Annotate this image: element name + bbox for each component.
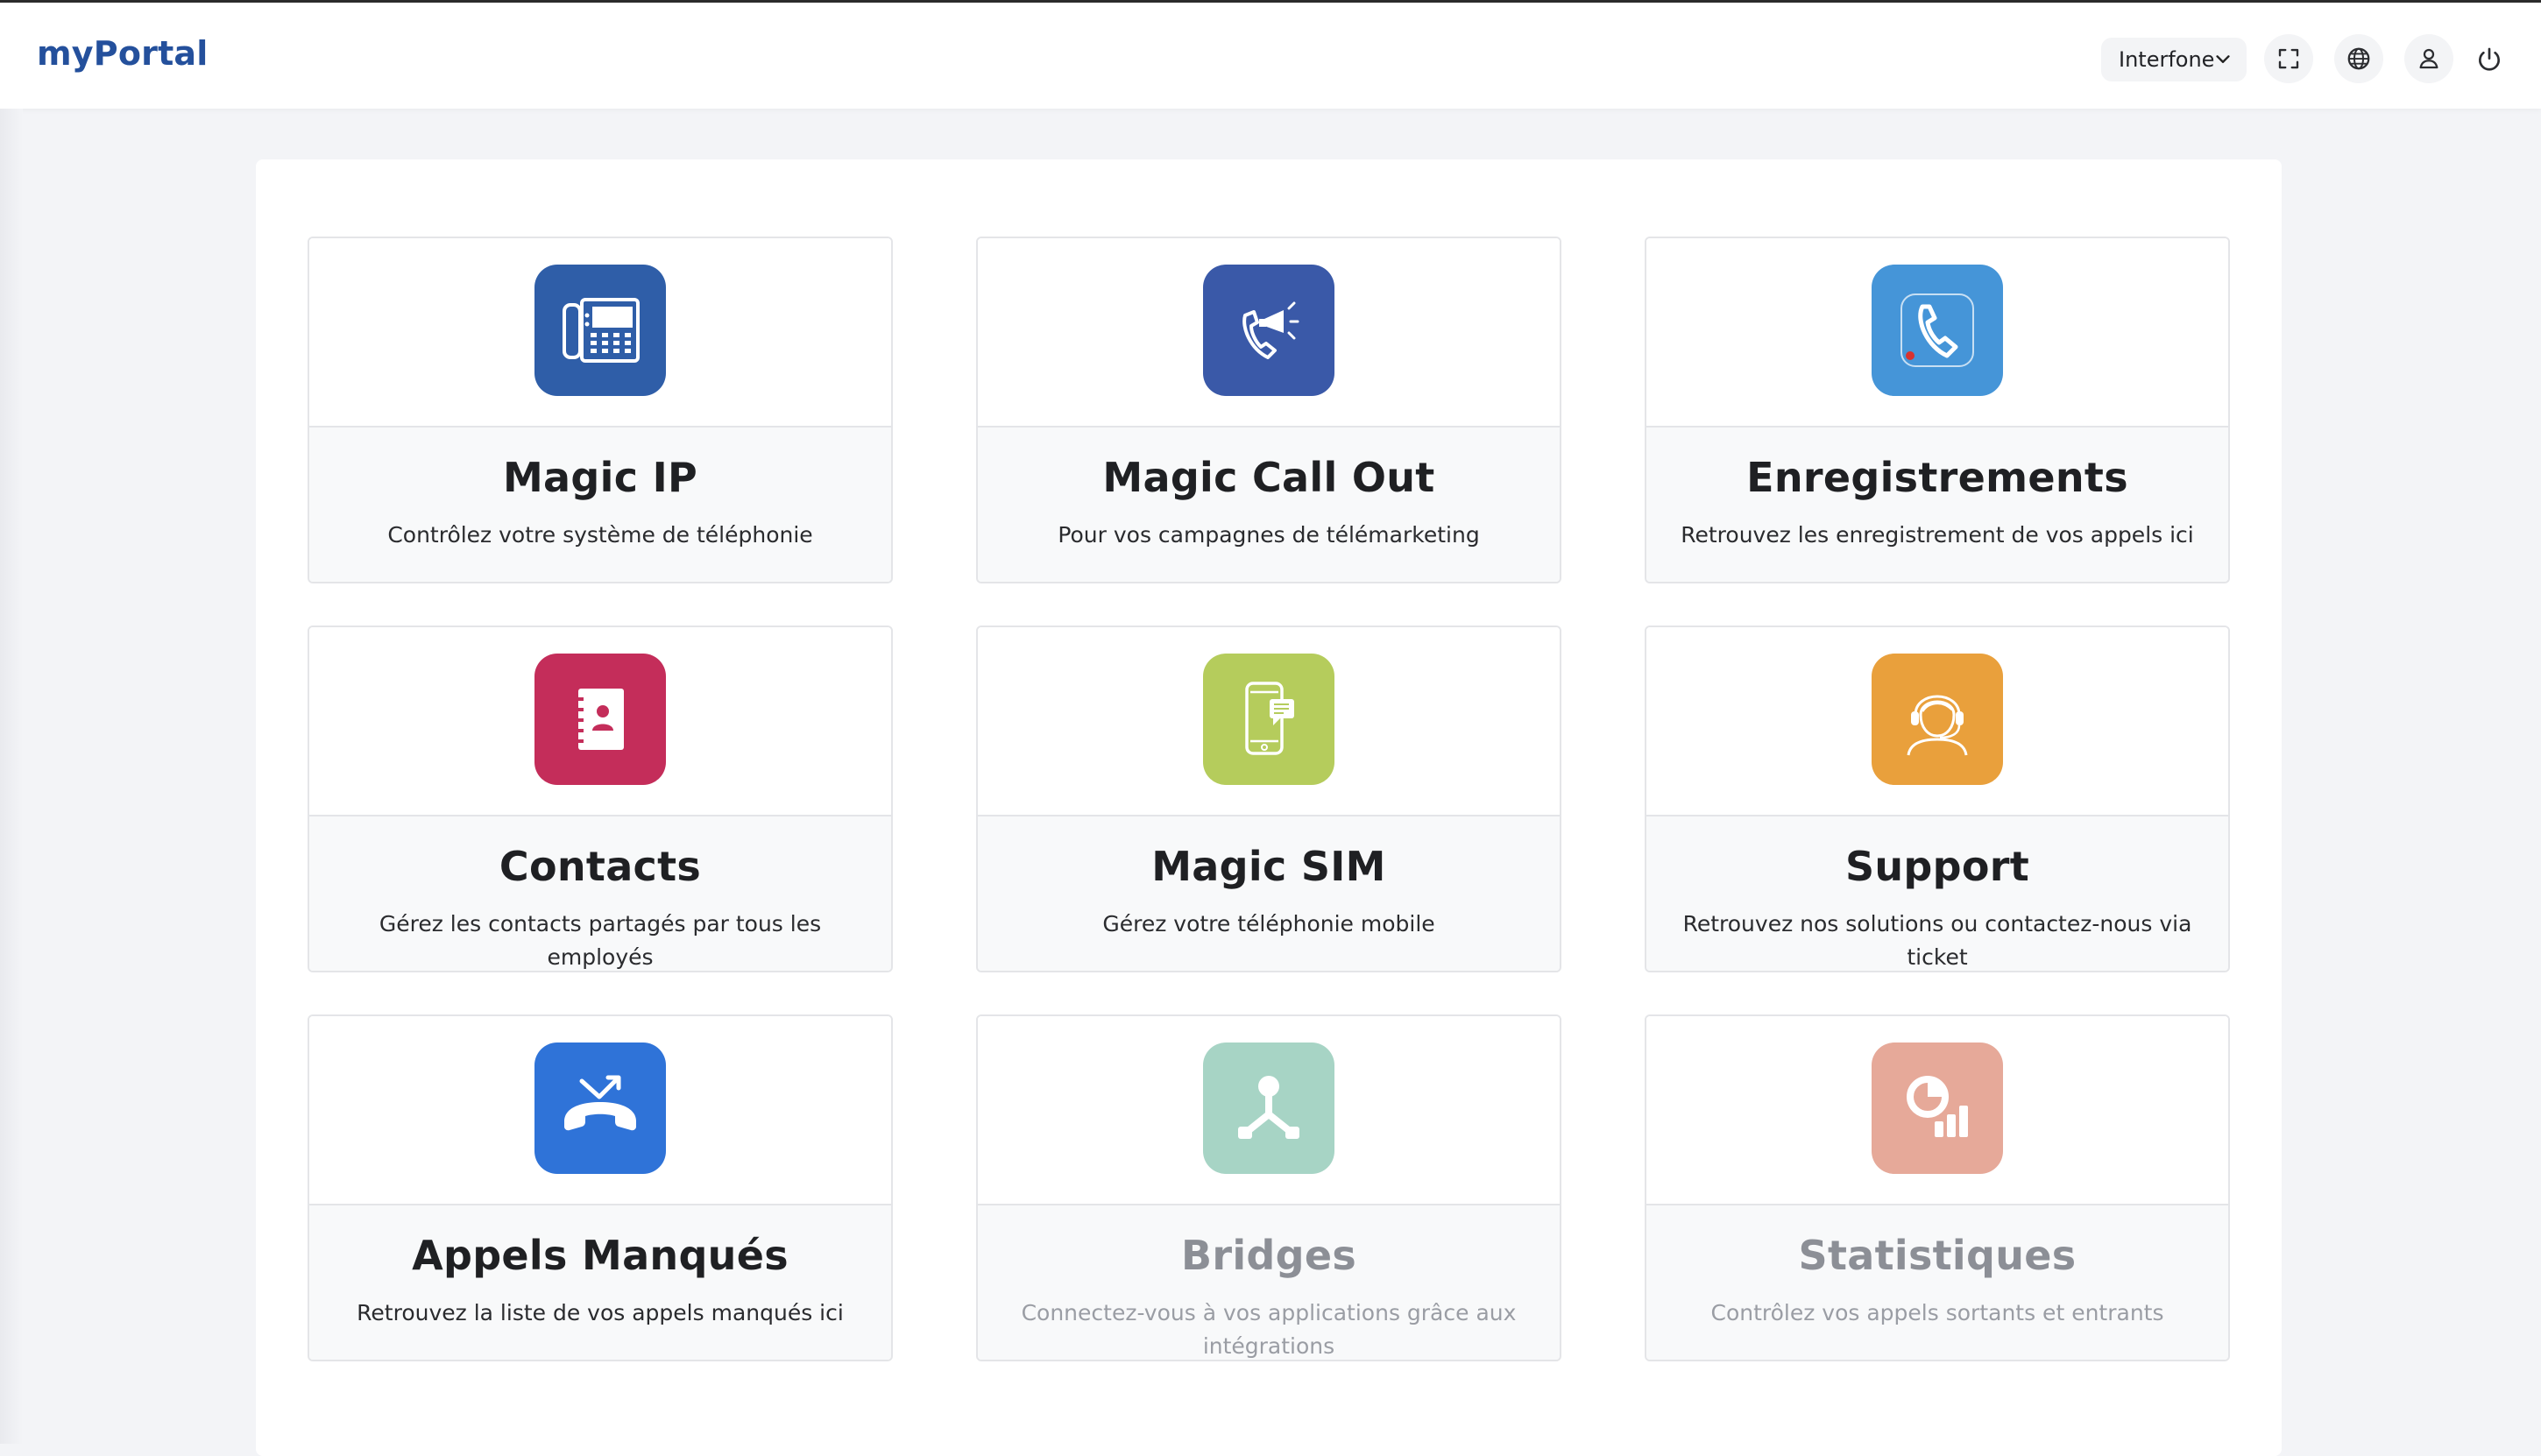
desk-phone-icon xyxy=(534,265,666,396)
sidebar-edge xyxy=(0,109,23,1444)
statistics-chart-icon xyxy=(1872,1043,2003,1174)
site-select-value: Interfone xyxy=(2119,47,2215,72)
fullscreen-icon xyxy=(2278,48,2299,69)
card-title: Bridges xyxy=(1180,1232,1357,1279)
card-statistiques[interactable]: Statistiques Contrôlez vos appels sortan… xyxy=(1645,1014,2230,1361)
card-description: Pour vos campagnes de télémarketing xyxy=(1058,522,1480,548)
card-title: Appels Manqués xyxy=(412,1232,789,1279)
chevron-down-icon xyxy=(2216,55,2230,63)
card-description: Retrouvez la liste de vos appels manqués… xyxy=(357,1300,844,1325)
address-book-icon xyxy=(534,654,666,785)
missed-call-icon xyxy=(534,1043,666,1174)
site-select[interactable]: Interfone xyxy=(2101,38,2247,81)
phone-megaphone-icon xyxy=(1203,265,1334,396)
card-description: Contrôlez vos appels sortants et entrant… xyxy=(1710,1300,2164,1325)
card-magic-call-out[interactable]: Magic Call Out Pour vos campagnes de tél… xyxy=(976,237,1561,583)
user-icon xyxy=(2419,48,2438,69)
card-title: Statistiques xyxy=(1798,1232,2077,1279)
card-description: Contrôlez votre système de téléphonie xyxy=(387,522,813,548)
power-icon xyxy=(2479,47,2500,71)
card-support[interactable]: Support Retrouvez nos solutions ou conta… xyxy=(1645,626,2230,972)
card-bridges[interactable]: Bridges Connectez-vous à vos application… xyxy=(976,1014,1561,1361)
card-title: Magic IP xyxy=(502,454,698,501)
card-title: Magic Call Out xyxy=(1102,454,1435,501)
phone-recording-icon xyxy=(1872,265,2003,396)
card-contacts[interactable]: Contacts Gérez les contacts partagés par… xyxy=(308,626,893,972)
card-description: Retrouvez nos solutions ou contactez-nou… xyxy=(1682,911,2192,970)
card-title: Contacts xyxy=(499,843,702,890)
card-magic-sim[interactable]: Magic SIM Gérez votre téléphonie mobile xyxy=(976,626,1561,972)
card-description: Retrouvez les enregistrement de vos appe… xyxy=(1681,522,2194,548)
mobile-phone-icon xyxy=(1203,654,1334,785)
brand-logo[interactable]: myPortal xyxy=(37,34,209,73)
globe-icon xyxy=(2347,47,2370,70)
apps-panel: Magic IP Contrôlez votre système de télé… xyxy=(256,159,2282,1456)
card-title: Support xyxy=(1844,843,2030,890)
network-nodes-icon xyxy=(1203,1043,1334,1174)
card-magic-ip[interactable]: Magic IP Contrôlez votre système de télé… xyxy=(308,237,893,583)
fullscreen-button[interactable] xyxy=(2264,34,2313,83)
language-button[interactable] xyxy=(2334,34,2383,83)
headset-agent-icon xyxy=(1872,654,2003,785)
logout-button[interactable] xyxy=(2467,38,2511,81)
card-title: Enregistrements xyxy=(1746,454,2128,501)
card-description: Gérez les contacts partagés par tous les… xyxy=(379,911,822,970)
profile-button[interactable] xyxy=(2404,34,2453,83)
card-enregistrements[interactable]: Enregistrements Retrouvez les enregistre… xyxy=(1645,237,2230,583)
card-title: Magic SIM xyxy=(1151,843,1386,890)
card-description: Gérez votre téléphonie mobile xyxy=(1102,911,1435,937)
top-bar: myPortal Interfone xyxy=(0,0,2541,109)
card-appels-manques[interactable]: Appels Manqués Retrouvez la liste de vos… xyxy=(308,1014,893,1361)
card-description: Connectez-vous à vos applications grâce … xyxy=(1021,1300,1517,1359)
